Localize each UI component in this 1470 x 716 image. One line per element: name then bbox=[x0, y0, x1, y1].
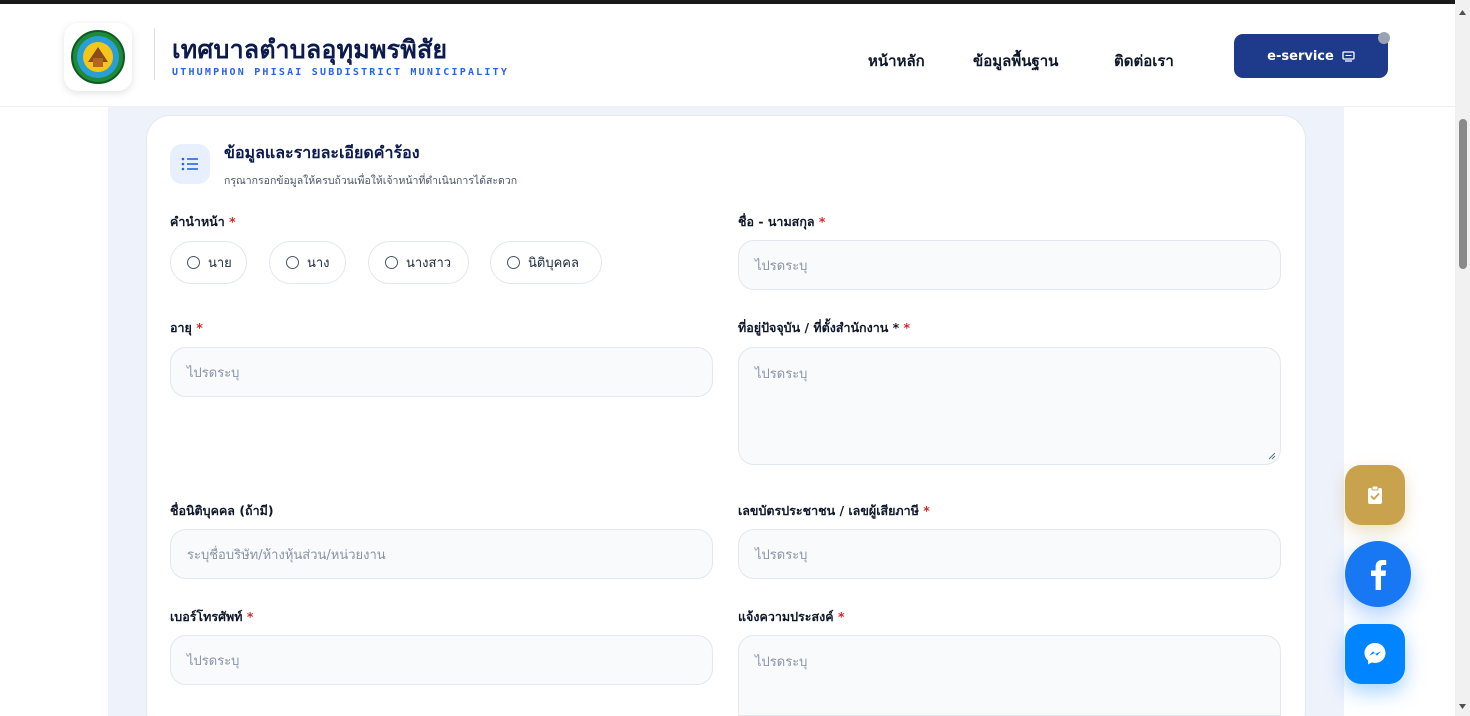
messenger-button[interactable] bbox=[1345, 624, 1405, 684]
eservice-badge bbox=[1378, 32, 1390, 44]
messenger-icon bbox=[1364, 643, 1386, 665]
fullname-label: ชื่อ - นามสกุล * bbox=[738, 212, 825, 232]
facebook-button[interactable] bbox=[1345, 541, 1411, 607]
section-description: กรุณากรอกข้อมูลให้ครบถ้วนเพื่อให้เจ้าหน้… bbox=[224, 175, 518, 187]
site-header: เทศบาลตำบลอุทุมพรพิสัย UTHUMPHON PHISAI … bbox=[0, 4, 1455, 107]
prefix-option-juristic[interactable]: นิติบุคคล bbox=[490, 241, 602, 284]
scroll-down-arrow[interactable] bbox=[1455, 698, 1470, 714]
radio-label: นางสาว bbox=[406, 256, 452, 271]
monitor-icon bbox=[1342, 50, 1355, 62]
radio-button[interactable] bbox=[187, 256, 200, 269]
phone-label-text: เบอร์โทรศัพท์ bbox=[170, 609, 243, 624]
required-mark: * bbox=[229, 214, 236, 229]
address-textarea[interactable]: ไปรดระบุ bbox=[738, 347, 1281, 465]
age-label-text: อายุ bbox=[170, 320, 192, 335]
address-label-text: ที่อยู่ปัจจุบัน / ที่ตั้งสำนักงาน * bbox=[738, 320, 900, 335]
id-number-input[interactable]: ไปรดระบุ bbox=[738, 529, 1281, 579]
municipality-seal-icon bbox=[71, 30, 125, 84]
age-placeholder: ไปรดระบุ bbox=[187, 365, 240, 381]
page-scrollbar[interactable] bbox=[1455, 0, 1470, 716]
required-mark: * bbox=[837, 609, 845, 624]
required-mark: * bbox=[196, 320, 203, 335]
nav-home[interactable]: หน้าหลัก bbox=[868, 49, 925, 73]
list-icon bbox=[181, 157, 198, 171]
id-number-label-text: เลขบัตรประชาชน / เลขผู้เสียภาษี bbox=[738, 503, 919, 518]
section-title: ข้อมูลและรายละเอียดคำร้อง bbox=[224, 143, 420, 162]
company-label: ชื่อนิติบุคคล (ถ้ามี) bbox=[170, 501, 274, 521]
purpose-placeholder: ไปรดระบุ bbox=[755, 655, 808, 670]
scroll-up-arrow[interactable] bbox=[1455, 4, 1470, 20]
arrow-up-icon bbox=[1459, 9, 1466, 15]
company-input[interactable]: ระบุชื่อบริษัท/ห้างหุ้นส่วน/หน่วยงาน bbox=[170, 529, 713, 579]
radio-label: นิติบุคคล bbox=[528, 256, 579, 271]
site-title: เทศบาลตำบลอุทุมพรพิสัย bbox=[172, 35, 448, 64]
prefix-label: คำนำหน้า * bbox=[170, 212, 236, 232]
eservice-button[interactable]: e-service bbox=[1234, 32, 1390, 78]
fullname-label-text: ชื่อ - นามสกุล bbox=[738, 214, 815, 229]
resize-grip-icon[interactable] bbox=[1268, 452, 1276, 460]
company-placeholder: ระบุชื่อบริษัท/ห้างหุ้นส่วน/หน่วยงาน bbox=[187, 547, 386, 563]
radio-label: นาง bbox=[307, 256, 330, 271]
required-mark: * bbox=[818, 214, 826, 229]
id-number-label: เลขบัตรประชาชน / เลขผู้เสียภาษี * bbox=[738, 501, 930, 521]
age-label: อายุ * bbox=[170, 318, 203, 338]
facebook-icon bbox=[1371, 560, 1387, 590]
required-mark: * bbox=[903, 320, 911, 335]
phone-input[interactable]: ไปรดระบุ bbox=[170, 635, 713, 685]
prefix-option-mrs[interactable]: นาง bbox=[269, 241, 346, 284]
header-divider bbox=[154, 28, 155, 80]
age-input[interactable]: ไปรดระบุ bbox=[170, 347, 713, 397]
nav-contact[interactable]: ติดต่อเรา bbox=[1114, 49, 1174, 73]
site-logo[interactable] bbox=[64, 23, 132, 91]
eservice-label: e-service bbox=[1267, 48, 1334, 64]
required-mark: * bbox=[246, 609, 254, 624]
prefix-option-miss[interactable]: นางสาว bbox=[368, 241, 469, 284]
scroll-thumb[interactable] bbox=[1459, 119, 1467, 269]
purpose-textarea[interactable]: ไปรดระบุ bbox=[738, 635, 1281, 716]
arrow-down-icon bbox=[1459, 703, 1466, 709]
tracking-button[interactable] bbox=[1345, 465, 1405, 525]
purpose-label-text: แจ้งความประสงค์ bbox=[738, 609, 834, 624]
clipboard-check-icon bbox=[1368, 485, 1382, 504]
purpose-label: แจ้งความประสงค์ * bbox=[738, 607, 845, 627]
site-subtitle: UTHUMPHON PHISAI SUBDISTRICT MUNICIPALIT… bbox=[172, 67, 510, 78]
radio-button[interactable] bbox=[385, 256, 398, 269]
nav-basic-info[interactable]: ข้อมูลพื้นฐาน bbox=[973, 49, 1058, 73]
prefix-label-text: คำนำหน้า bbox=[170, 214, 225, 229]
radio-button[interactable] bbox=[286, 256, 299, 269]
radio-label: นาย bbox=[208, 256, 232, 271]
fullname-input[interactable]: ไปรดระบุ bbox=[738, 240, 1281, 290]
phone-placeholder: ไปรดระบุ bbox=[187, 653, 240, 669]
phone-label: เบอร์โทรศัพท์ * bbox=[170, 607, 253, 627]
radio-button[interactable] bbox=[507, 256, 520, 269]
address-placeholder: ไปรดระบุ bbox=[755, 367, 808, 382]
section-icon-box bbox=[170, 144, 210, 184]
required-mark: * bbox=[923, 503, 930, 518]
address-label: ที่อยู่ปัจจุบัน / ที่ตั้งสำนักงาน * * bbox=[738, 318, 910, 338]
fullname-placeholder: ไปรดระบุ bbox=[755, 258, 808, 274]
company-label-text: ชื่อนิติบุคคล (ถ้ามี) bbox=[170, 503, 274, 518]
id-number-placeholder: ไปรดระบุ bbox=[755, 547, 808, 563]
prefix-option-mr[interactable]: นาย bbox=[170, 241, 247, 284]
